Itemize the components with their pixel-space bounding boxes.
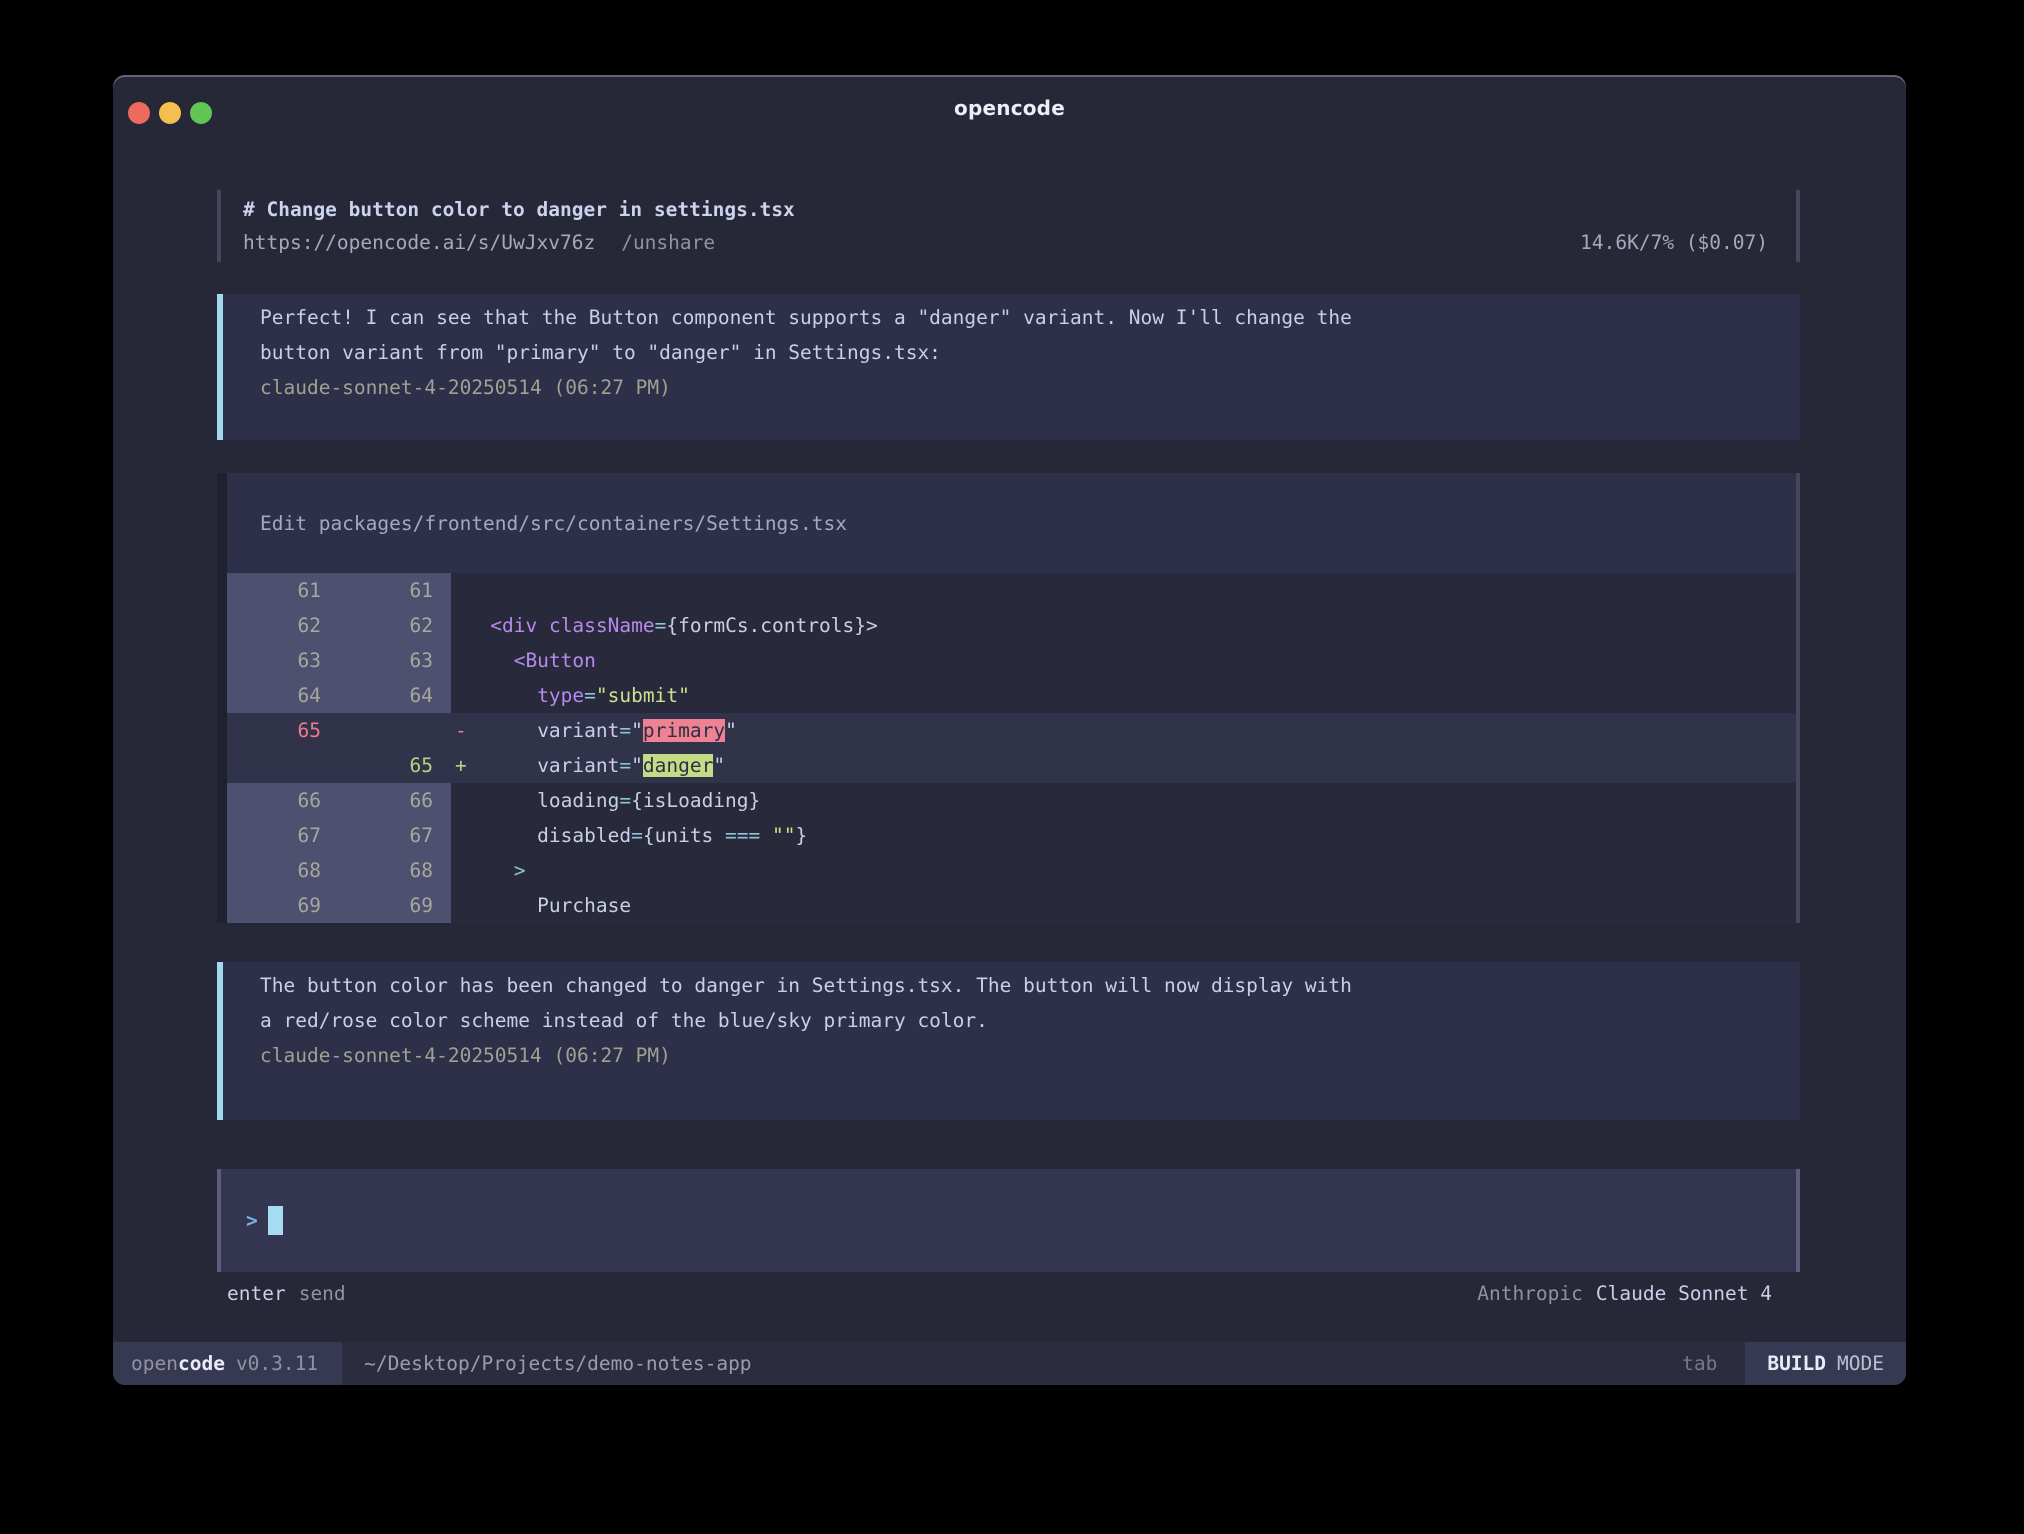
session-header: # Change button color to danger in setti…	[217, 190, 1800, 262]
gutter-line-number-new: 67	[339, 818, 451, 853]
mode-indicator: BUILD MODE	[1745, 1342, 1906, 1385]
status-bar: opencode v0.3.11 ~/Desktop/Projects/demo-…	[113, 1342, 1906, 1385]
gutter-line-number-new: 61	[339, 573, 451, 608]
message-line: Perfect! I can see that the Button compo…	[260, 300, 1770, 335]
prompt-input[interactable]: >	[217, 1169, 1800, 1272]
app-brand: opencode v0.3.11	[113, 1342, 342, 1385]
gutter-line-number-new: 65	[339, 748, 451, 783]
gutter-line-number-new: 69	[339, 888, 451, 923]
assistant-message: Perfect! I can see that the Button compo…	[217, 294, 1800, 440]
model-meta: claude-sonnet-4-20250514 (06:27 PM)	[260, 1038, 1770, 1073]
edit-tool-title: Edit packages/frontend/src/containers/Se…	[227, 473, 1796, 573]
gutter-line-number-old: 69	[227, 888, 339, 923]
gutter-line-number-old: 65	[227, 713, 339, 748]
prompt-symbol: >	[246, 1209, 258, 1232]
message-line: button variant from "primary" to "danger…	[260, 335, 1770, 370]
gutter-line-number-old: 66	[227, 783, 339, 818]
diff-row: 65+ variant="danger"	[227, 748, 1796, 783]
diff-row: 6969 Purchase	[227, 888, 1796, 923]
brand-open: open	[131, 1342, 178, 1385]
message-text: Perfect! I can see that the Button compo…	[260, 300, 1770, 370]
diff-code-line: Purchase	[451, 888, 631, 923]
titlebar: opencode	[113, 75, 1906, 133]
diff-code-line: - variant="primary"	[451, 713, 737, 748]
app-version: v0.3.11	[236, 1342, 318, 1385]
provider-label: Anthropic	[1477, 1279, 1583, 1309]
diff-code-line: loading={isLoading}	[451, 783, 760, 818]
mode-name: BUILD	[1767, 1342, 1826, 1385]
gutter-line-number-new: 63	[339, 643, 451, 678]
session-title: # Change button color to danger in setti…	[243, 193, 1796, 226]
gutter-line-number-new: 66	[339, 783, 451, 818]
diff-code-line: <div className={formCs.controls}>	[451, 608, 878, 643]
session-subheader: https://opencode.ai/s/UwJxv76z /unshare …	[243, 226, 1796, 259]
diff-code-line: disabled={units === ""}	[451, 818, 807, 853]
gutter-line-number-old: 68	[227, 853, 339, 888]
diff-code-line: <Button	[451, 643, 596, 678]
gutter-line-number-old: 61	[227, 573, 339, 608]
unshare-command[interactable]: /unshare	[621, 226, 715, 259]
gutter-line-number-new: 68	[339, 853, 451, 888]
gutter-line-number-new: 62	[339, 608, 451, 643]
gutter-line-number-old: 63	[227, 643, 339, 678]
message-text: The button color has been changed to dan…	[260, 968, 1770, 1038]
gutter-line-number-new	[339, 713, 451, 748]
gutter-line-number-new: 64	[339, 678, 451, 713]
gutter-line-number-old	[227, 748, 339, 783]
model-label: Claude Sonnet 4	[1596, 1279, 1772, 1309]
diff-row: 6767 disabled={units === ""}	[227, 818, 1796, 853]
working-directory: ~/Desktop/Projects/demo-notes-app	[364, 1342, 751, 1385]
diff-code-line: >	[451, 853, 525, 888]
edit-tool-card: Edit packages/frontend/src/containers/Se…	[217, 473, 1800, 923]
tab-key-hint: tab	[1682, 1342, 1717, 1385]
message-line: a red/rose color scheme instead of the b…	[260, 1003, 1770, 1038]
diff-row: 6363 <Button	[227, 643, 1796, 678]
diff-row: 6262 <div className={formCs.controls}>	[227, 608, 1796, 643]
text-cursor	[268, 1206, 283, 1235]
diff-row: 6161	[227, 573, 1796, 608]
message-line: The button color has been changed to dan…	[260, 968, 1770, 1003]
diff-row: 6666 loading={isLoading}	[227, 783, 1796, 818]
send-action-hint: send	[299, 1279, 346, 1309]
model-meta: claude-sonnet-4-20250514 (06:27 PM)	[260, 370, 1770, 405]
gutter-line-number-old: 64	[227, 678, 339, 713]
diff-view: 61616262 <div className={formCs.controls…	[227, 573, 1796, 923]
diff-code-line: type="submit"	[451, 678, 690, 713]
enter-key-hint: enter	[227, 1279, 286, 1309]
gutter-line-number-old: 62	[227, 608, 339, 643]
app-window: opencode # Change button color to danger…	[113, 75, 1906, 1385]
mode-word: MODE	[1837, 1342, 1884, 1385]
diff-row: 6464 type="submit"	[227, 678, 1796, 713]
share-url[interactable]: https://opencode.ai/s/UwJxv76z	[243, 226, 595, 259]
hint-bar: enter send Anthropic Claude Sonnet 4	[227, 1279, 1772, 1309]
window-title: opencode	[113, 96, 1906, 120]
gutter-line-number-old: 67	[227, 818, 339, 853]
token-usage: 14.6K/7% ($0.07)	[1580, 226, 1796, 259]
diff-code-line: + variant="danger"	[451, 748, 725, 783]
diff-code-line	[451, 573, 455, 608]
assistant-message: The button color has been changed to dan…	[217, 962, 1800, 1120]
diff-row: 6868 >	[227, 853, 1796, 888]
diff-row: 65 - variant="primary"	[227, 713, 1796, 748]
brand-code: code	[178, 1342, 225, 1385]
